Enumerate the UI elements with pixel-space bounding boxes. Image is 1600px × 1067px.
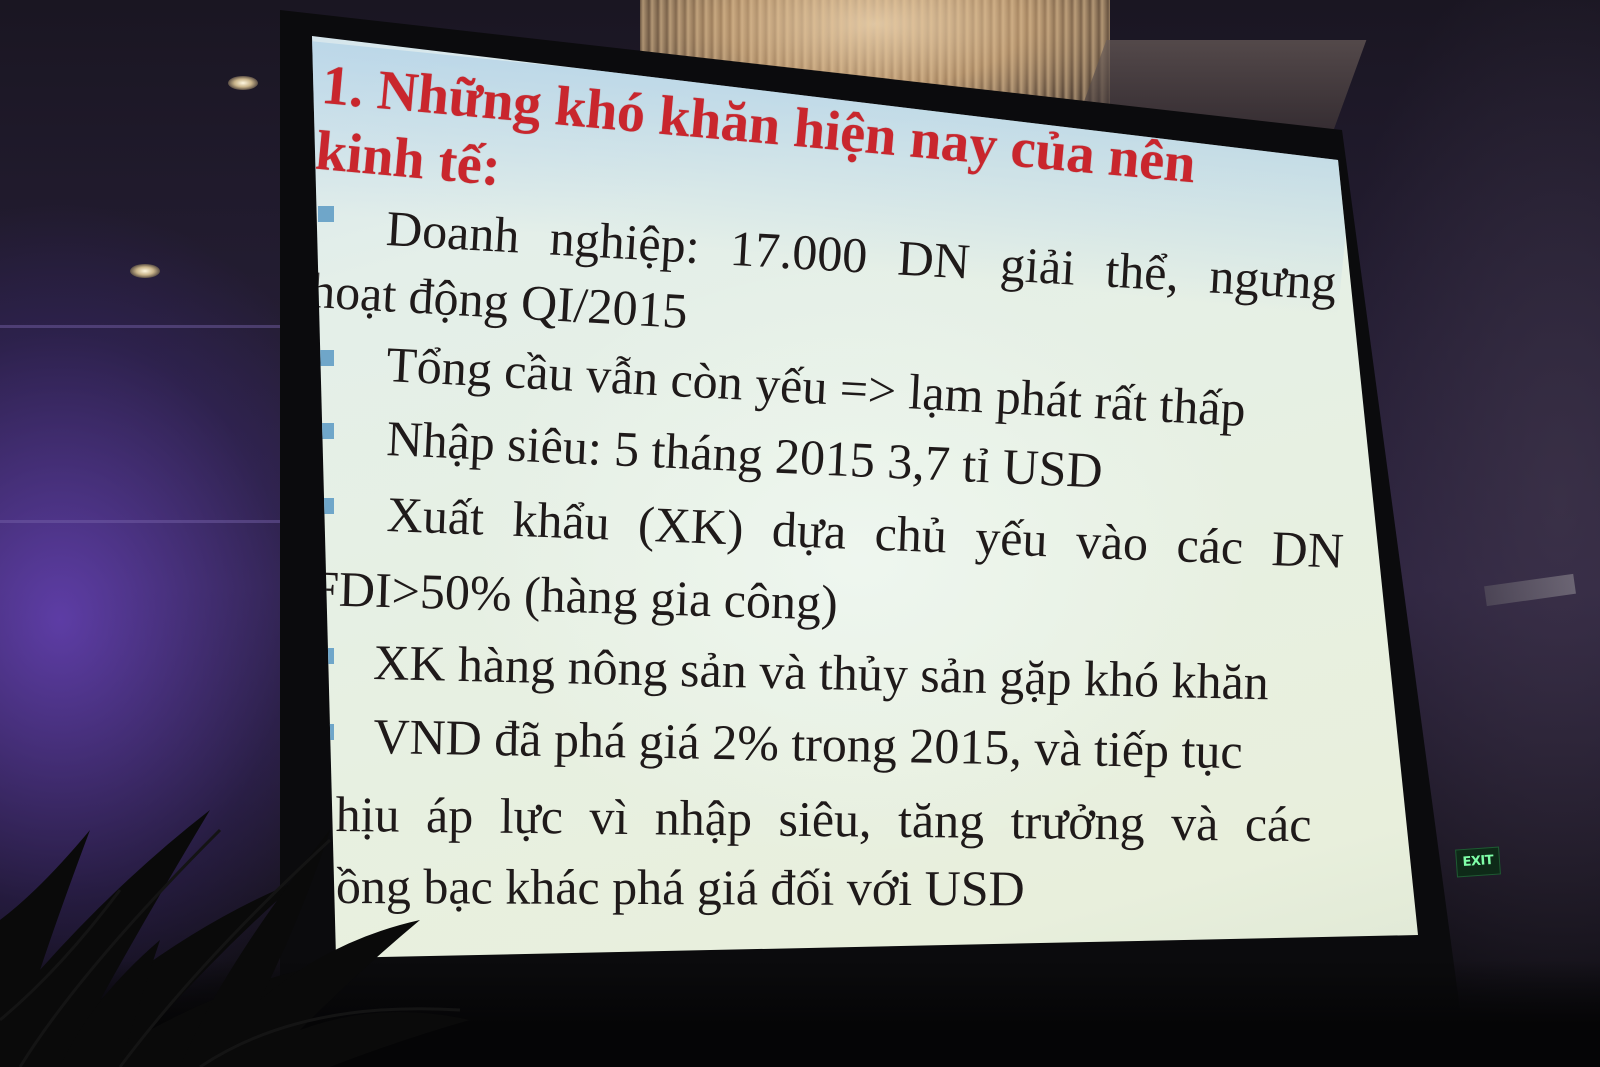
bullet-marker-icon — [318, 206, 334, 222]
wall-trim — [0, 520, 300, 523]
wall-trim — [0, 325, 300, 328]
bullet-1-line-2: hoạt động QI/2015 — [308, 262, 690, 339]
bullet-5-line-1: XK hàng nông sản và thủy sản gặp khó khă… — [372, 634, 1270, 711]
exit-sign: EXIT — [1455, 846, 1501, 878]
ceiling-light-icon — [228, 76, 258, 90]
bullet-4-line-1: Xuất khẩu (XK) dựa chủ yếu vào các DN — [385, 486, 1345, 579]
auditorium-scene: 1. Những khó khăn hiện nay của nên kinh … — [0, 0, 1600, 1067]
ceiling-light-icon — [130, 264, 160, 278]
bullet-4-line-2: FDI>50% (hàng gia công) — [310, 560, 839, 631]
bullet-6-line-2: hịu áp lực vì nhập siêu, tăng trưởng và … — [335, 786, 1312, 853]
wall-fixture — [1484, 573, 1576, 607]
bullet-6-line-1: VND đã phá giá 2% trong 2015, và tiếp tụ… — [373, 708, 1244, 780]
palm-plant — [0, 810, 470, 1067]
